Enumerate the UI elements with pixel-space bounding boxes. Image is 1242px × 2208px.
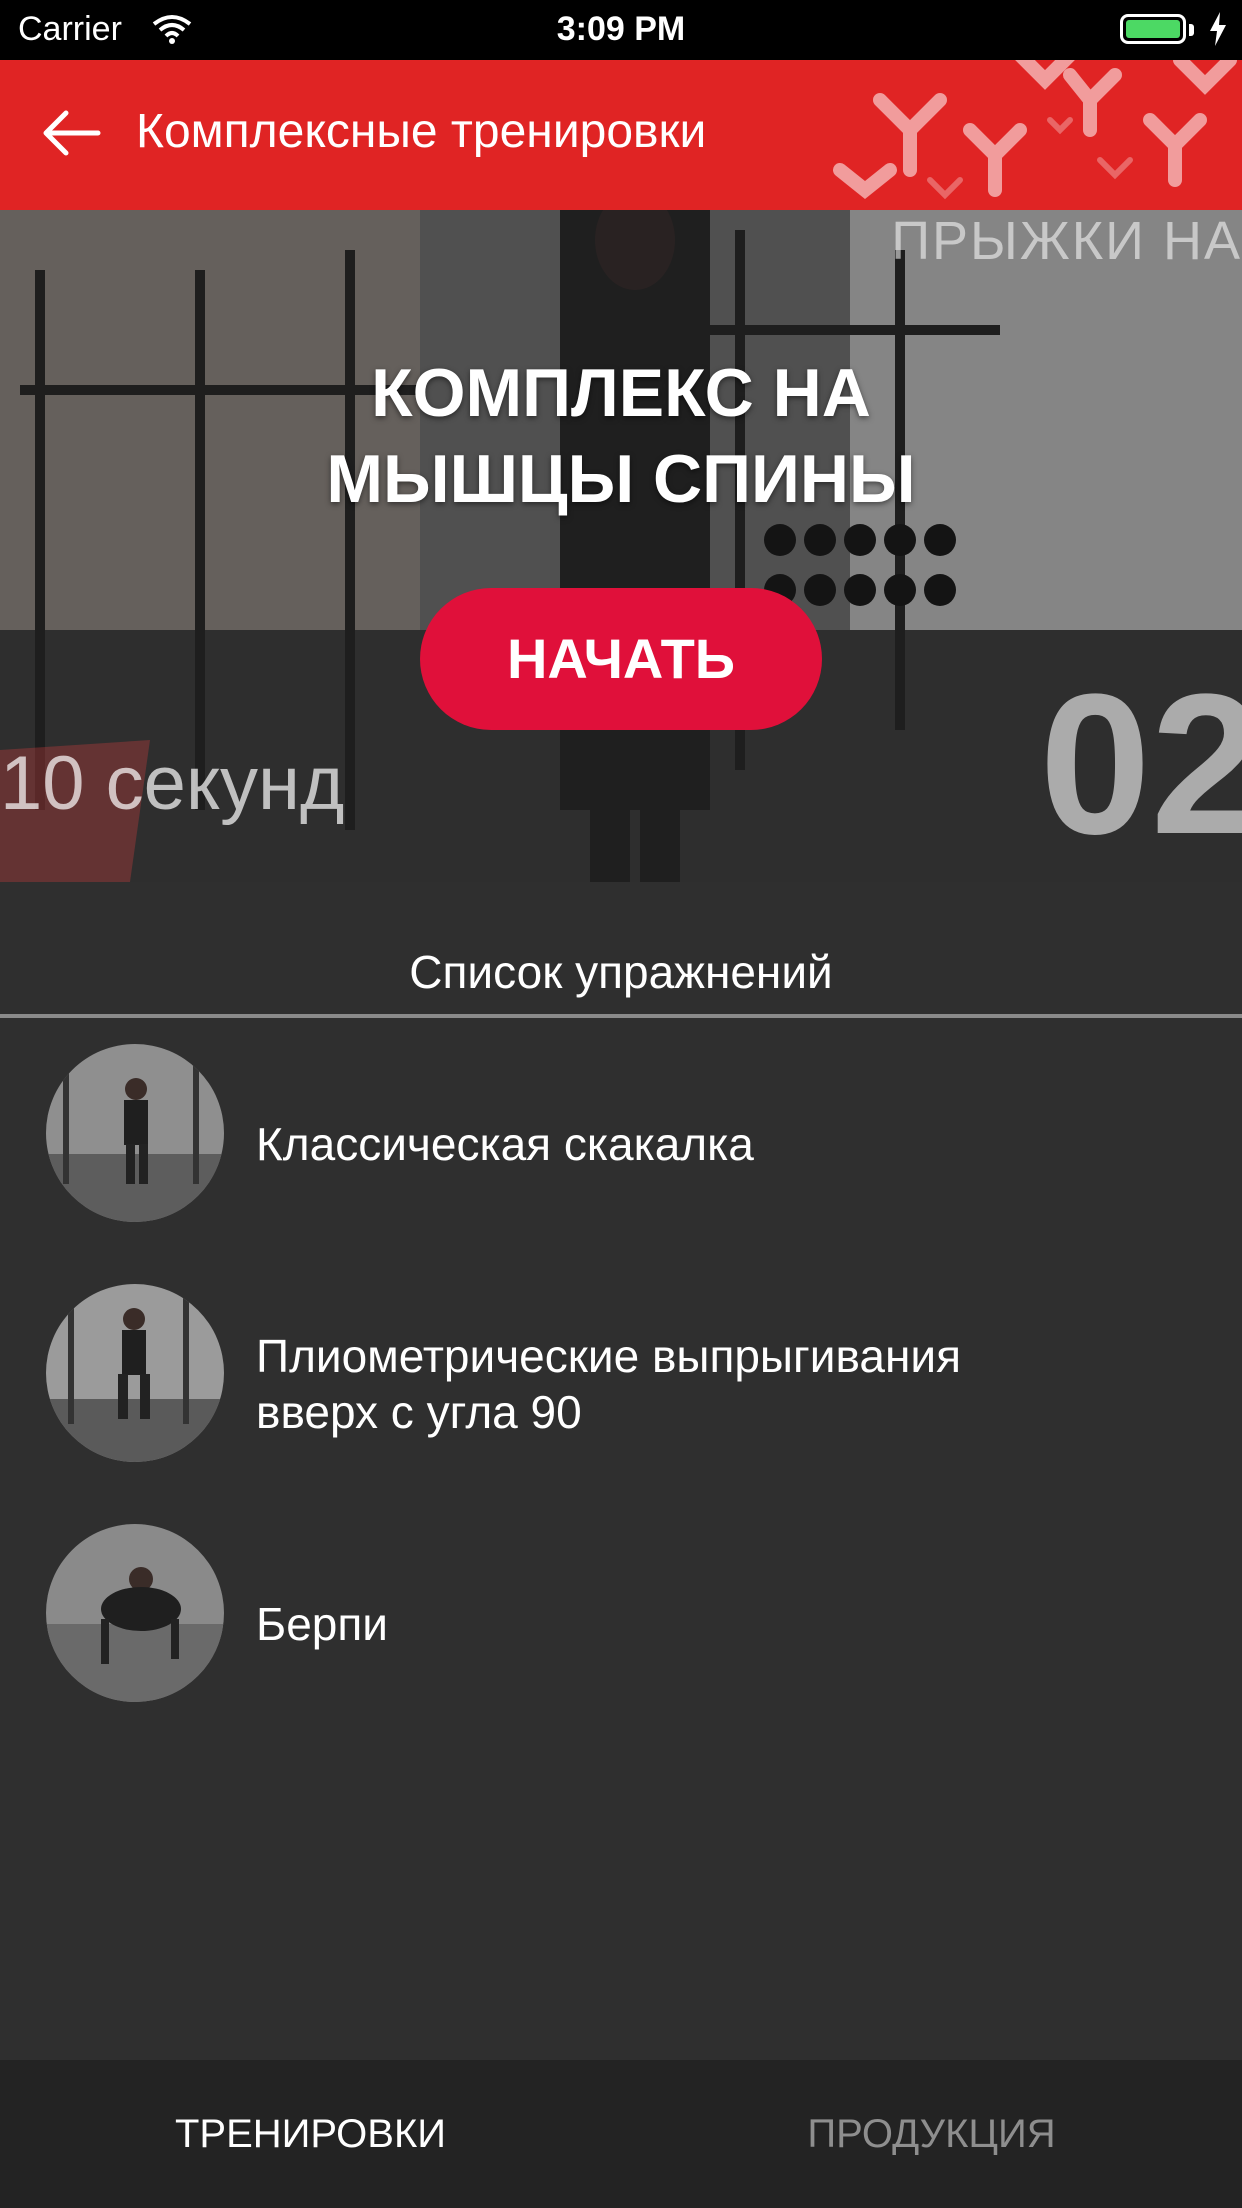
- video-overlay-seconds: 10 секунд: [0, 741, 345, 826]
- exercise-item[interactable]: Плиометрические выпрыгивания вверх с угла…: [0, 1262, 1242, 1462]
- workout-title: КОМПЛЕКС НА МЫШЦЫ СПИНЫ: [326, 355, 916, 517]
- exercise-name: Плиометрические выпрыгивания вверх с угла…: [256, 1330, 961, 1438]
- status-bar: Carrier 3:09 PM: [0, 0, 1242, 60]
- page-title: Комплексные тренировки: [136, 105, 707, 158]
- exercise-item[interactable]: Классическая скакалка: [0, 1022, 1242, 1222]
- exercise-item[interactable]: Берпи: [0, 1502, 1242, 1702]
- decorative-pattern: [833, 60, 1237, 200]
- bottom-tab-bar: ТРЕНИРОВКИ ПРОДУКЦИЯ: [0, 2060, 1242, 2208]
- exercise-name: Классическая скакалка: [256, 1118, 754, 1170]
- video-overlay-caption: ПРЫЖКИ НА: [891, 211, 1242, 271]
- tab-workouts[interactable]: ТРЕНИРОВКИ: [0, 2060, 621, 2208]
- tab-products[interactable]: ПРОДУКЦИЯ: [621, 2060, 1242, 2208]
- exercise-thumbnail: [46, 1044, 224, 1222]
- charging-bolt-icon: [1208, 12, 1228, 51]
- navigation-bar: Комплексные тренировки: [0, 60, 1242, 210]
- exercise-thumbnail: [46, 1284, 224, 1462]
- status-time: 3:09 PM: [556, 10, 686, 48]
- exercise-name: Берпи: [256, 1598, 388, 1650]
- back-arrow-icon[interactable]: [40, 108, 102, 163]
- battery-icon: [1120, 14, 1186, 44]
- start-button[interactable]: НАЧАТЬ: [420, 588, 822, 730]
- exercise-list-header: Список упражнений: [0, 882, 1242, 1018]
- exercise-thumbnail: [46, 1524, 224, 1702]
- video-overlay-number: 02: [1039, 653, 1242, 876]
- workout-hero-banner: ПРЫЖКИ НА 10 секунд 02 КОМПЛЕКС НА МЫШЦЫ…: [0, 210, 1242, 882]
